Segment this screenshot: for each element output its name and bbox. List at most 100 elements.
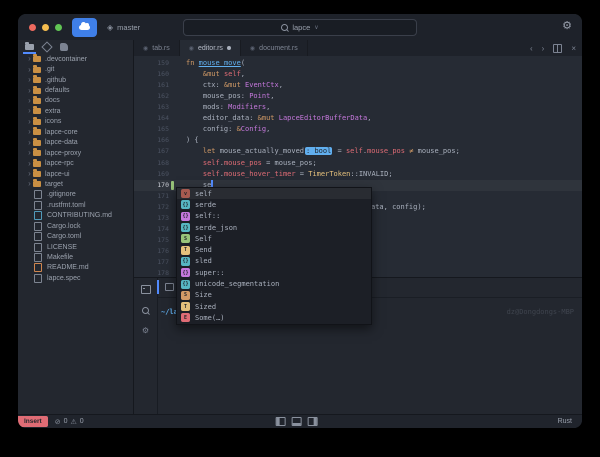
completion-item-Size[interactable]: SSize bbox=[177, 290, 371, 301]
tree-item-.rustfmt.toml[interactable]: .rustfmt.toml bbox=[18, 200, 133, 210]
tree-item-target[interactable]: ›target bbox=[18, 179, 133, 189]
tree-item-lapce-rpc[interactable]: ›lapce-rpc bbox=[18, 158, 133, 168]
tree-item-lapce-data[interactable]: ›lapce-data bbox=[18, 138, 133, 148]
completion-item-self[interactable]: vself bbox=[177, 188, 371, 199]
completion-item-super::[interactable]: {}super:: bbox=[177, 267, 371, 278]
tree-item-Makefile[interactable]: Makefile bbox=[18, 252, 133, 262]
maximize-window-button[interactable] bbox=[55, 24, 62, 31]
tree-item-.github[interactable]: ›.github bbox=[18, 75, 133, 85]
tab-editor.rs[interactable]: ◉editor.rs bbox=[180, 40, 241, 56]
code-line-165[interactable]: 165 config: &Config, bbox=[134, 124, 582, 135]
close-window-button[interactable] bbox=[29, 24, 36, 31]
code-token: = bbox=[296, 170, 309, 178]
tree-item-LICENSE[interactable]: LICENSE bbox=[18, 242, 133, 252]
tree-item-icons[interactable]: ›icons bbox=[18, 117, 133, 127]
tab-document.rs[interactable]: ◉document.rs bbox=[241, 40, 308, 56]
diagnostics[interactable]: ⊘ 0 ⚠ 0 bbox=[55, 418, 84, 426]
completion-label: unicode_segmentation bbox=[195, 280, 279, 288]
terminal-panel-icon[interactable] bbox=[141, 285, 151, 294]
tree-item-lapce-core[interactable]: ›lapce-core bbox=[18, 127, 133, 137]
file-icon bbox=[34, 201, 42, 210]
completion-item-unicode_segmentation[interactable]: {}unicode_segmentation bbox=[177, 278, 371, 289]
tree-item-lapce-proxy[interactable]: ›lapce-proxy bbox=[18, 148, 133, 158]
tree-item-Cargo.lock[interactable]: Cargo.lock bbox=[18, 221, 133, 231]
toggle-left-panel-icon[interactable] bbox=[276, 417, 286, 426]
branch-name: master bbox=[117, 23, 140, 32]
tab-label: document.rs bbox=[259, 45, 298, 52]
source-control-icon[interactable] bbox=[41, 41, 52, 52]
completion-popup: vself{}serde{}self::{}serde_jsonSSelfTSe… bbox=[176, 187, 372, 325]
code-token: self bbox=[224, 70, 241, 78]
panel-search-icon[interactable] bbox=[142, 307, 149, 314]
line-number: 176 bbox=[134, 246, 169, 257]
tree-item-lapce.spec[interactable]: lapce.spec bbox=[18, 273, 133, 283]
code-line-161[interactable]: 161 ctx: &mut EventCtx, bbox=[134, 80, 582, 91]
folder-icon bbox=[33, 98, 41, 104]
code-text: mouse_pos: Point, bbox=[186, 91, 275, 102]
tree-item-docs[interactable]: ›docs bbox=[18, 96, 133, 106]
file-icon bbox=[34, 243, 42, 252]
line-number: 163 bbox=[134, 102, 169, 113]
nav-back-icon[interactable]: ‹ bbox=[530, 44, 533, 53]
code-line-159[interactable]: 159fn mouse_move( bbox=[134, 58, 582, 69]
completion-item-serde_json[interactable]: {}serde_json bbox=[177, 222, 371, 233]
command-palette[interactable]: lapce ∨ bbox=[183, 19, 417, 36]
file-explorer-icon[interactable] bbox=[25, 44, 34, 50]
tab-tab.rs[interactable]: ◉tab.rs bbox=[134, 40, 180, 56]
settings-button[interactable]: ⚙ bbox=[562, 19, 572, 34]
chevron-right-icon: › bbox=[26, 117, 33, 127]
code-token bbox=[186, 159, 203, 167]
language-indicator[interactable]: Rust bbox=[558, 418, 572, 425]
completion-item-Send[interactable]: TSend bbox=[177, 244, 371, 255]
code-line-162[interactable]: 162 mouse_pos: Point, bbox=[134, 91, 582, 102]
line-number: 170 bbox=[134, 180, 169, 191]
code-token: ctx: bbox=[186, 81, 224, 89]
code-line-169[interactable]: 169 self.mouse_hover_timer = TimerToken:… bbox=[134, 169, 582, 180]
completion-item-Self[interactable]: SSelf bbox=[177, 233, 371, 244]
code-line-160[interactable]: 160 &mut self, bbox=[134, 69, 582, 80]
code-line-168[interactable]: 168 self.mouse_pos = mouse_pos; bbox=[134, 158, 582, 169]
line-number: 159 bbox=[134, 58, 169, 69]
activity-bar bbox=[18, 40, 133, 54]
source-control-branch-button[interactable]: ◈ master bbox=[107, 23, 140, 32]
completion-item-Sized[interactable]: TSized bbox=[177, 301, 371, 312]
tree-item-label: CONTRIBUTING.md bbox=[47, 212, 112, 219]
code-token: &mut bbox=[258, 114, 279, 122]
code-line-167[interactable]: 167 let mouse_actually_moved: bool = sel… bbox=[134, 146, 582, 157]
remote-connection-button[interactable] bbox=[72, 18, 97, 37]
tree-item-Cargo.toml[interactable]: Cargo.toml bbox=[18, 231, 133, 241]
tree-item-label: README.md bbox=[47, 264, 89, 271]
completion-item-self::[interactable]: {}self:: bbox=[177, 211, 371, 222]
code-token: mouse_pos; bbox=[413, 147, 459, 155]
split-editor-icon[interactable] bbox=[553, 44, 562, 53]
toggle-right-panel-icon[interactable] bbox=[308, 417, 318, 426]
code-line-164[interactable]: 164 editor_data: &mut LapceEditorBufferD… bbox=[134, 113, 582, 124]
close-editor-icon[interactable]: × bbox=[571, 44, 576, 53]
panel-problems-icon[interactable]: ⚙ bbox=[142, 327, 149, 335]
code-line-163[interactable]: 163 mods: Modifiers, bbox=[134, 102, 582, 113]
chevron-right-icon: › bbox=[26, 179, 33, 189]
line-number: 162 bbox=[134, 91, 169, 102]
file-icon bbox=[34, 232, 42, 241]
tree-item-label: .git bbox=[45, 66, 54, 73]
completion-item-Some(…)[interactable]: ESome(…) bbox=[177, 312, 371, 323]
tree-item-CONTRIBUTING.md[interactable]: CONTRIBUTING.md bbox=[18, 211, 133, 221]
tree-item-lapce-ui[interactable]: ›lapce-ui bbox=[18, 169, 133, 179]
completion-item-serde[interactable]: {}serde bbox=[177, 199, 371, 210]
completion-label: Self bbox=[195, 235, 212, 243]
completion-item-sled[interactable]: {}sled bbox=[177, 256, 371, 267]
code-token: , bbox=[279, 81, 283, 89]
toggle-bottom-panel-icon[interactable] bbox=[292, 417, 302, 426]
tree-item-.gitignore[interactable]: .gitignore bbox=[18, 190, 133, 200]
nav-forward-icon[interactable]: › bbox=[542, 44, 545, 53]
code-line-166[interactable]: 166) { bbox=[134, 135, 582, 146]
plugins-icon[interactable] bbox=[60, 43, 68, 51]
tree-item-README.md[interactable]: README.md bbox=[18, 263, 133, 273]
tree-item-.devcontainer[interactable]: ›.devcontainer bbox=[18, 54, 133, 64]
tree-item-extra[interactable]: ›extra bbox=[18, 106, 133, 116]
tree-item-.git[interactable]: › .git bbox=[18, 64, 133, 74]
tree-item-defaults[interactable]: ›defaults bbox=[18, 85, 133, 95]
minimize-window-button[interactable] bbox=[42, 24, 49, 31]
chevron-right-icon: › bbox=[26, 65, 33, 75]
code-token: mouse_hover_timer bbox=[224, 170, 296, 178]
